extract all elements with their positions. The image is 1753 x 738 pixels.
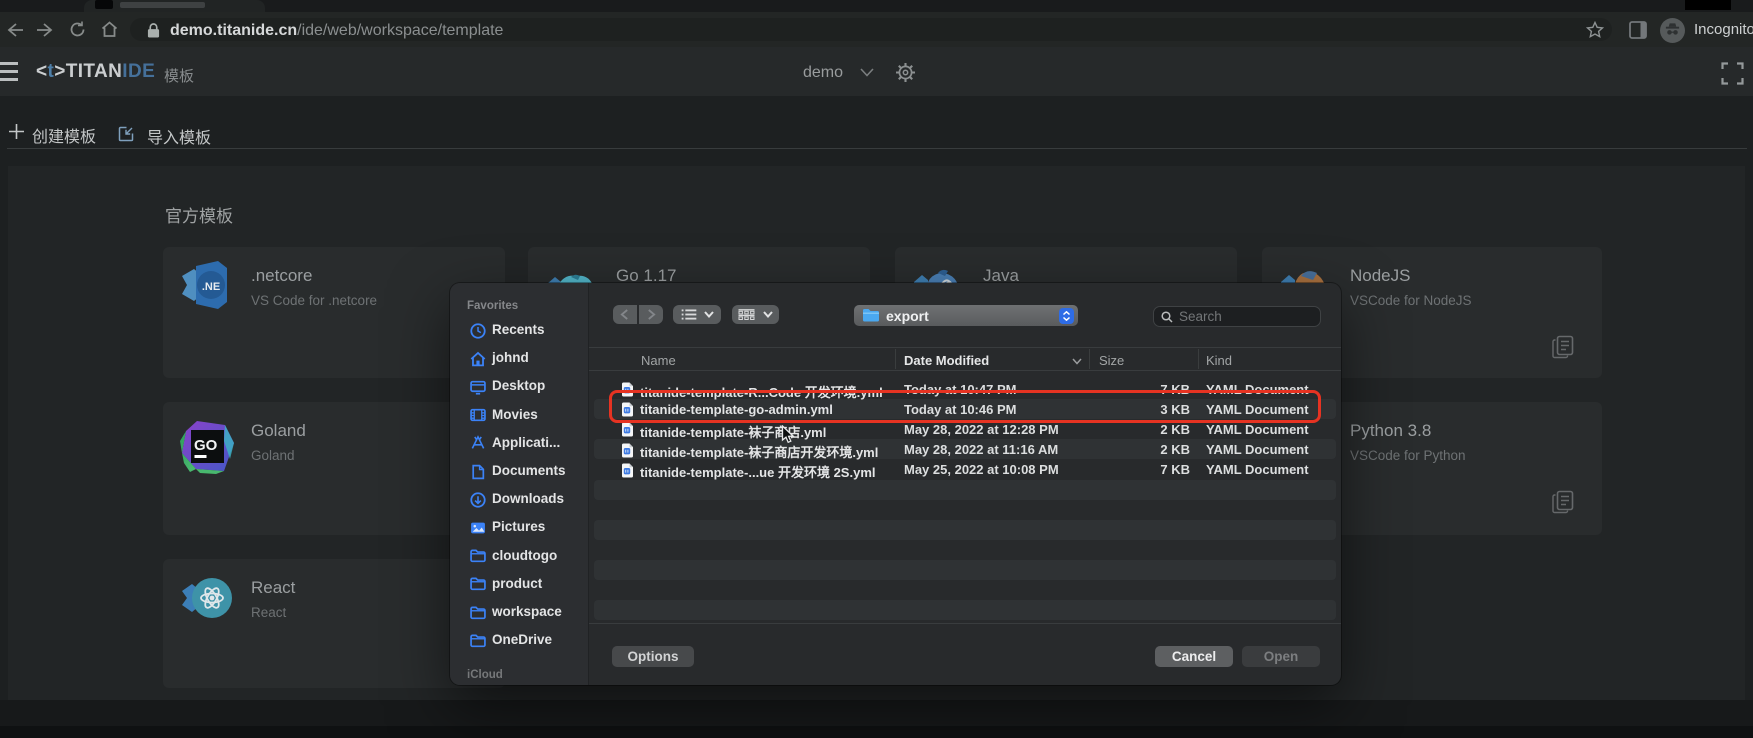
svg-text:.NE: .NE xyxy=(202,281,220,293)
svg-text:GO: GO xyxy=(194,437,218,454)
